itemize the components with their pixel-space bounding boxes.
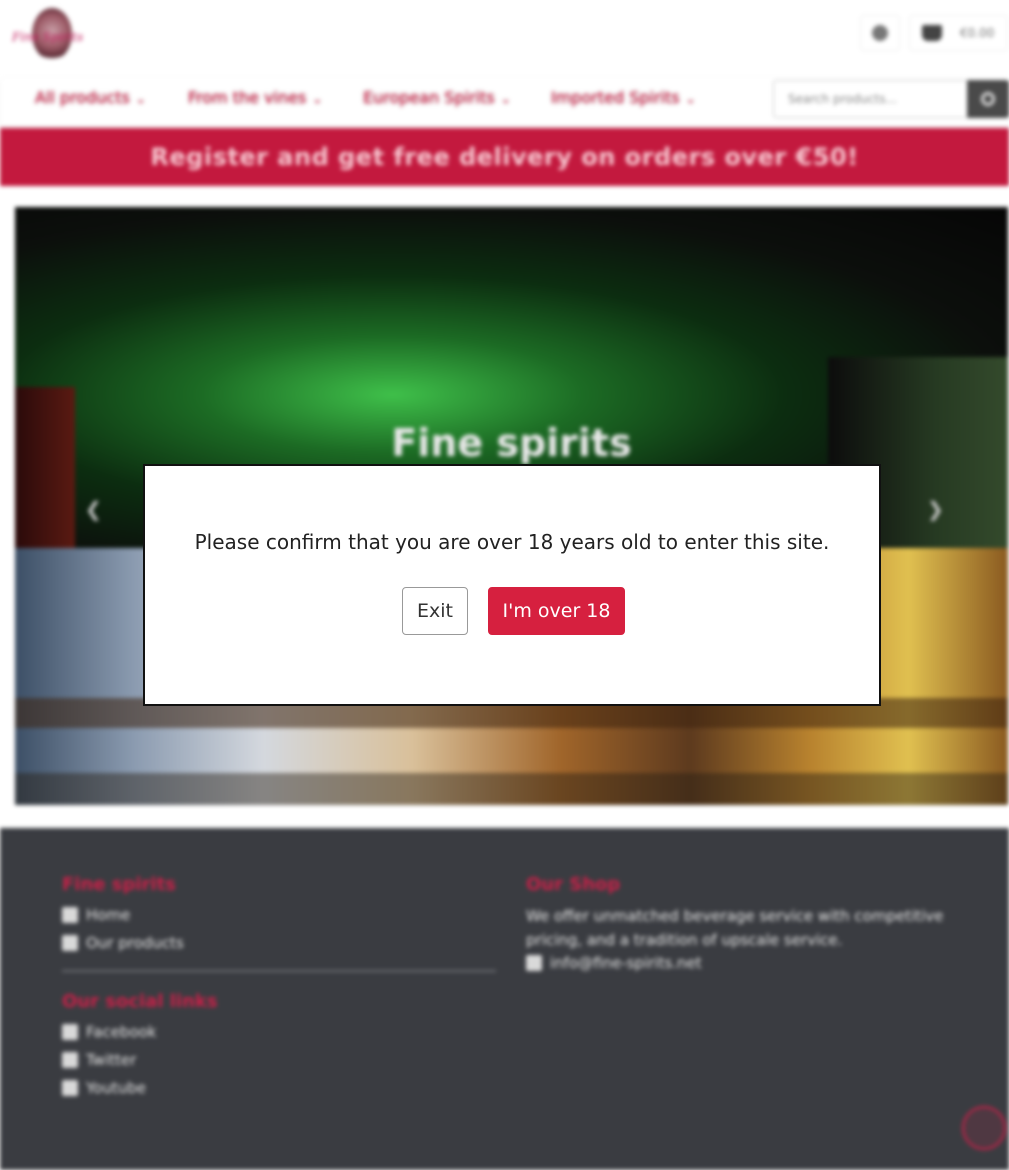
footer-divider (62, 970, 496, 972)
nav-item-label: From the vines (188, 88, 307, 107)
confirm-age-button[interactable]: I'm over 18 (488, 587, 625, 635)
main-nav: All products ⌄ From the vines ⌄ European S… (0, 78, 1009, 126)
facebook-icon (62, 1024, 78, 1040)
footer-link-facebook[interactable]: Facebook (62, 1023, 156, 1041)
cart-button[interactable]: €0.00 (909, 15, 1008, 51)
nav-item-label: All products (35, 88, 130, 107)
footer-social-heading: Our social links (62, 991, 218, 1012)
footer-heading: Fine spirits (62, 874, 176, 895)
link-icon (62, 935, 78, 951)
chevron-down-icon: ⌄ (312, 92, 323, 106)
top-bar: Fine Spirits €0.00 (0, 0, 1009, 70)
chevron-down-icon: ⌄ (685, 92, 696, 106)
map-pin-icon (62, 907, 78, 923)
footer-email-link[interactable]: info@fine-spirits.net (526, 954, 702, 972)
footer-link-label: Home (86, 906, 131, 924)
youtube-icon (62, 1080, 78, 1096)
chevron-down-icon: ⌄ (500, 92, 511, 106)
carousel-prev-icon[interactable]: ❮ (85, 497, 102, 521)
footer-link-label: Facebook (86, 1023, 157, 1041)
promo-banner[interactable]: Register and get free delivery on orders… (0, 128, 1009, 186)
footer-link-label: Twitter (86, 1051, 137, 1069)
hero-image-left (15, 387, 75, 548)
email-icon (526, 955, 542, 971)
footer-link-label: Our products (86, 934, 184, 952)
twitter-icon (62, 1052, 78, 1068)
footer-link-label: Youtube (86, 1079, 146, 1097)
language-button[interactable] (860, 15, 900, 51)
globe-icon (872, 25, 888, 41)
nav-item-label: Imported Spirits (551, 88, 680, 107)
search-button[interactable] (967, 80, 1009, 118)
nav-item-label: European Spirits (363, 88, 495, 107)
shelf-band (15, 773, 1008, 805)
hero-title: Fine spirits (391, 421, 632, 465)
chevron-down-icon: ⌄ (135, 92, 146, 106)
cart-amount: €0.00 (960, 26, 995, 40)
exit-button[interactable]: Exit (402, 587, 468, 635)
nav-item-european-spirits[interactable]: European Spirits ⌄ (363, 88, 511, 107)
footer-link-home[interactable]: Home (62, 906, 130, 924)
footer-link-youtube[interactable]: Youtube (62, 1079, 146, 1097)
age-gate-message: Please confirm that you are over 18 year… (194, 530, 830, 554)
footer-link-products[interactable]: Our products (62, 934, 184, 952)
nav-item-all-products[interactable]: All products ⌄ (35, 88, 146, 107)
help-chat-button[interactable] (962, 1106, 1006, 1150)
nav-item-from-the-vines[interactable]: From the vines ⌄ (188, 88, 322, 107)
cart-icon (922, 25, 942, 41)
nav-item-imported-spirits[interactable]: Imported Spirits ⌄ (551, 88, 696, 107)
footer-shop-description: We offer unmatched beverage service with… (526, 907, 944, 949)
footer-email: info@fine-spirits.net (550, 954, 702, 972)
age-gate-modal: Please confirm that you are over 18 year… (143, 464, 881, 706)
search-input[interactable]: Search products... (773, 80, 969, 118)
footer-link-twitter[interactable]: Twitter (62, 1051, 136, 1069)
promo-text: Register and get free delivery on orders… (150, 143, 859, 171)
site-logo[interactable]: Fine Spirits (12, 8, 90, 62)
footer-shop-heading: Our Shop (526, 874, 621, 895)
search-icon (981, 92, 995, 106)
page: Fine Spirits €0.00 All products ⌄ From th… (0, 0, 1009, 1170)
carousel-next-icon[interactable]: ❯ (927, 497, 944, 521)
logo-wordmark: Fine Spirits (12, 30, 84, 44)
